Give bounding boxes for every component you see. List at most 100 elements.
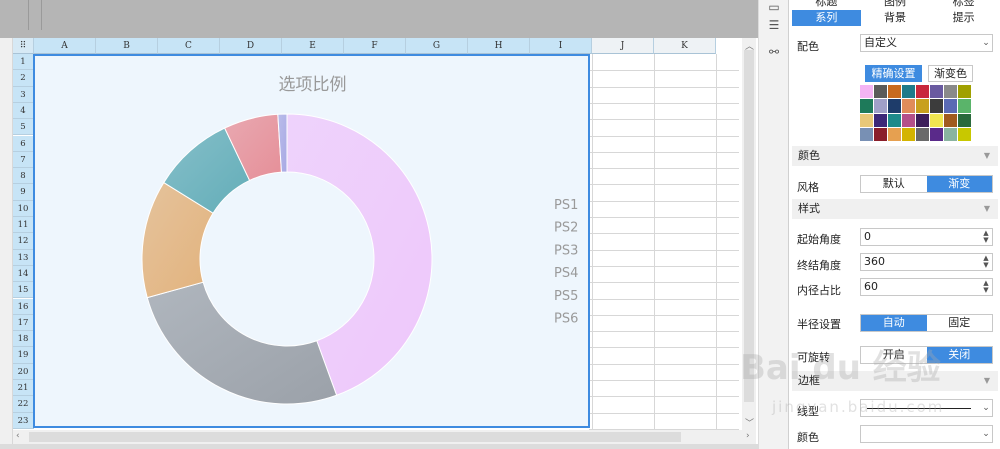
color-swatch-18[interactable] [874,113,887,127]
scroll-right-icon[interactable]: › [746,431,750,441]
color-swatch-16[interactable] [958,99,971,113]
inner-ratio-input[interactable]: 60 ▲ ▼ [860,278,993,296]
column-header-c[interactable]: C [158,38,220,54]
row-header-21[interactable]: 21 [13,380,34,397]
row-header-23[interactable]: 23 [13,412,34,429]
column-header-d[interactable]: D [220,38,282,54]
color-swatch-4[interactable] [902,85,915,99]
end-angle-input[interactable]: 360 ▲ ▼ [860,253,993,271]
tab-label[interactable]: 标签 [929,0,998,10]
spinner-icon[interactable]: ▲ ▼ [981,280,991,294]
section-style[interactable]: 样式 ▼ [792,199,998,219]
row-header-15[interactable]: 15 [13,282,34,299]
chevron-down-icon[interactable]: ⌄ [981,427,991,441]
chevron-down-icon[interactable]: ⌄ [981,401,991,415]
column-header-g[interactable]: G [406,38,468,54]
row-header-14[interactable]: 14 [13,265,34,283]
color-swatch-24[interactable] [958,113,971,127]
column-header-b[interactable]: B [96,38,158,54]
style-default-option[interactable]: 默认 [861,176,927,192]
donut-slice-ps2[interactable] [146,281,338,405]
color-swatch-1[interactable] [860,85,873,99]
color-swatch-10[interactable] [874,99,887,113]
column-header-j[interactable]: J [592,38,654,54]
row-header-5[interactable]: 5 [13,119,34,136]
color-swatch-21[interactable] [916,113,929,127]
row-header-13[interactable]: 13 [13,249,34,266]
color-swatch-11[interactable] [888,99,901,113]
start-angle-input[interactable]: 0 ▲ ▼ [860,228,993,246]
tab-background[interactable]: 背景 [861,10,930,26]
column-header-f[interactable]: F [344,38,406,54]
column-header-h[interactable]: H [468,38,530,54]
row-header-9[interactable]: 9 [13,184,34,201]
column-header-a[interactable]: A [34,38,96,54]
color-swatch-17[interactable] [860,113,873,127]
section-color[interactable]: 颜色 ▼ [792,146,998,166]
color-swatch-26[interactable] [874,127,887,141]
select-all-corner[interactable]: ⠿ [13,38,34,54]
color-swatch-2[interactable] [874,85,887,99]
row-header-8[interactable]: 8 [13,168,34,185]
row-header-4[interactable]: 4 [13,102,34,120]
color-swatch-9[interactable] [860,99,873,113]
tab-tooltip[interactable]: 提示 [929,10,998,26]
row-header-22[interactable]: 22 [13,396,34,413]
legend-label-ps5[interactable]: PS5 [554,289,578,304]
row-header-1[interactable]: 1 [13,54,34,71]
legend-label-ps1[interactable]: PS1 [554,198,578,213]
color-swatch-15[interactable] [944,99,957,113]
color-swatch-32[interactable] [958,127,971,141]
layers-icon[interactable]: ☰ [767,18,781,32]
radius-fixed-option[interactable]: 固定 [926,315,992,331]
color-swatch-5[interactable] [916,85,929,99]
color-swatch-27[interactable] [888,127,901,141]
row-header-12[interactable]: 12 [13,233,34,250]
row-header-19[interactable]: 19 [13,347,34,364]
color-swatch-30[interactable] [930,127,943,141]
spinner-icon[interactable]: ▲ ▼ [981,230,991,244]
color-swatch-23[interactable] [944,113,957,127]
row-header-3[interactable]: 3 [13,86,34,103]
scroll-left-icon[interactable]: ‹ [16,431,20,441]
row-header-20[interactable]: 20 [13,363,34,380]
row-header-6[interactable]: 6 [13,135,34,152]
radius-auto-option[interactable]: 自动 [861,315,927,331]
color-swatch-7[interactable] [944,85,957,99]
row-header-18[interactable]: 18 [13,331,34,348]
color-scheme-select[interactable]: 自定义 ⌄ [860,34,993,52]
color-swatch-19[interactable] [888,113,901,127]
tab-title[interactable]: 标题 [792,0,861,10]
row-header-7[interactable]: 7 [13,151,34,169]
color-swatch-6[interactable] [930,85,943,99]
color-swatch-25[interactable] [860,127,873,141]
column-header-e[interactable]: E [282,38,344,54]
color-swatch-12[interactable] [902,99,915,113]
panel-icon[interactable]: ▭ [767,0,781,14]
row-header-10[interactable]: 10 [13,200,34,217]
chart-container[interactable]: 选项比例 PS1 PS2 PS3 PS4 PS5 PS6 [33,54,590,428]
row-header-2[interactable]: 2 [13,70,34,87]
tab-legend[interactable]: 图例 [861,0,930,10]
color-swatch-3[interactable] [888,85,901,99]
row-header-17[interactable]: 17 [13,314,34,332]
row-header-16[interactable]: 16 [13,298,34,315]
legend-label-ps2[interactable]: PS2 [554,221,578,236]
color-swatch-22[interactable] [930,113,943,127]
precise-settings-button[interactable]: 精确设置 [865,65,922,82]
legend-label-ps6[interactable]: PS6 [554,312,578,327]
scroll-down-icon[interactable]: ﹀ [745,416,754,429]
color-swatch-14[interactable] [930,99,943,113]
tab-series[interactable]: 系列 [792,10,861,26]
color-swatch-8[interactable] [958,85,971,99]
legend-label-ps3[interactable]: PS3 [554,243,578,258]
color-swatch-20[interactable] [902,113,915,127]
column-header-k[interactable]: K [654,38,716,54]
horizontal-scrollbar[interactable]: ‹ › [13,430,756,444]
column-header-i[interactable]: I [530,38,592,54]
color-swatch-31[interactable] [944,127,957,141]
color-swatch-13[interactable] [916,99,929,113]
border-color-select[interactable]: ⌄ [860,425,993,443]
chevron-down-icon[interactable]: ⌄ [981,36,991,50]
legend-label-ps4[interactable]: PS4 [554,266,578,281]
